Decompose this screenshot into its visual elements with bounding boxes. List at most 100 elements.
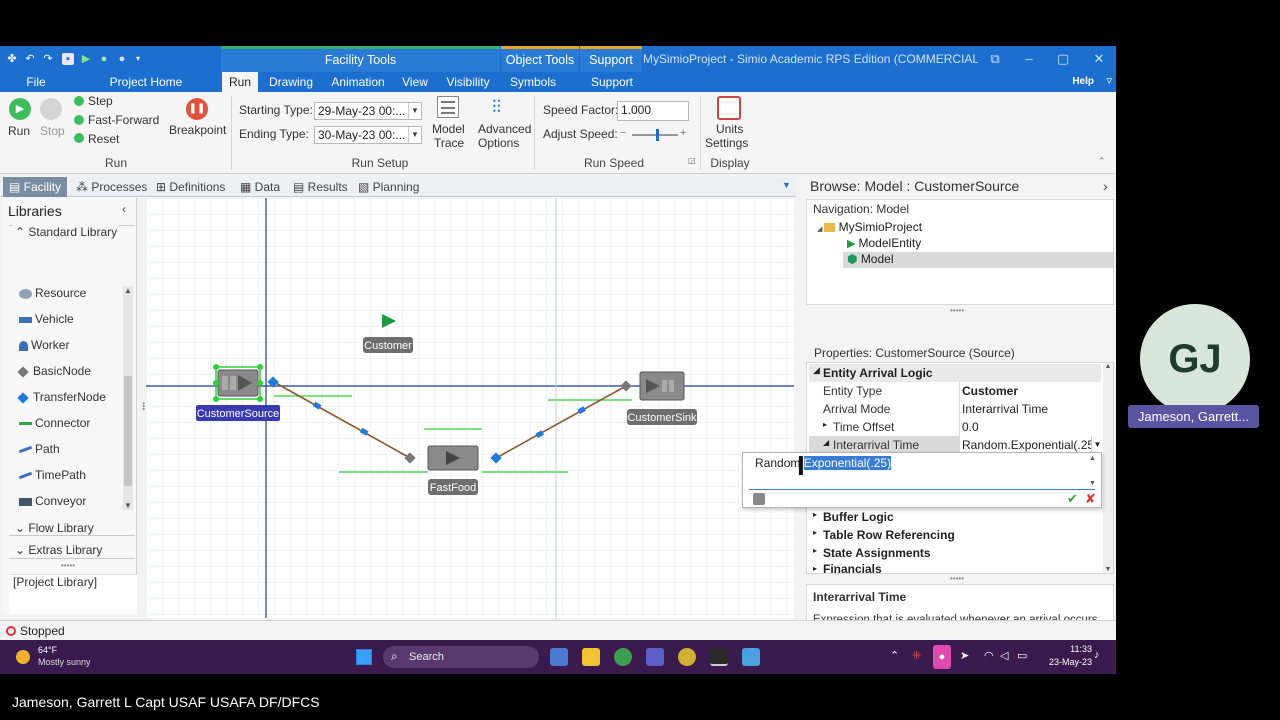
taskbar-search[interactable]: ⌕ Search (383, 646, 539, 668)
redo-icon[interactable]: ↷ (42, 53, 54, 65)
library-scrollbar[interactable]: ▲ ▼ (123, 286, 133, 510)
category-buffer-logic[interactable]: ▸ Buffer Logic (809, 508, 1103, 526)
tab-drawing[interactable]: Drawing (262, 72, 320, 92)
ending-type-combo[interactable]: 30-May-23 00:... ▼ (314, 126, 422, 144)
reset-icon[interactable] (74, 133, 84, 143)
clock-time[interactable]: 11:33 (1046, 644, 1092, 654)
task-view-icon[interactable] (550, 648, 568, 666)
advanced-options-button[interactable]: Advanced (478, 122, 531, 136)
tab-animation[interactable]: Animation (326, 72, 390, 92)
collapse-icon[interactable]: ◢ (813, 365, 820, 376)
clock-date[interactable]: 23-May-23 (1036, 657, 1092, 667)
expression-text[interactable]: Random.Exponential(.25) (755, 456, 892, 470)
maximize-button[interactable]: ▢ (1046, 46, 1080, 72)
minimize-button[interactable]: – (1012, 46, 1046, 72)
chrome-alt-icon[interactable] (678, 648, 696, 666)
starting-type-combo[interactable]: 29-May-23 00:... ▼ (314, 102, 422, 120)
selection-handle[interactable] (257, 396, 263, 402)
selection-handle[interactable] (213, 380, 219, 386)
library-item-path[interactable]: Path (18, 442, 60, 456)
weather-temp[interactable]: 64°F (38, 645, 57, 655)
tree-item-model[interactable]: ⬢ Model (843, 252, 1113, 268)
speed-plus-icon[interactable]: + (680, 127, 686, 139)
adjust-speed-slider[interactable] (632, 129, 678, 141)
run-speed-launcher-icon[interactable]: ◲ (688, 156, 696, 165)
units-settings-button-line2[interactable]: Settings (705, 136, 748, 150)
undo-icon[interactable]: ↶ (24, 53, 36, 65)
notifications-icon[interactable]: ♪ (1094, 649, 1100, 661)
facility-canvas[interactable]: Customer CustomerSource FastFood Custome… (146, 198, 794, 618)
library-item-worker[interactable]: Worker (19, 338, 69, 352)
units-settings-button[interactable]: Units (716, 122, 743, 136)
prop-value[interactable]: Interarrival Time (959, 400, 1103, 418)
library-item-transfernode[interactable]: TransferNode (17, 390, 106, 404)
tab-facility[interactable]: ▤ Facility (3, 177, 67, 197)
expand-icon[interactable]: ▸ (813, 510, 817, 519)
tree-expand-icon[interactable]: ◢ (817, 226, 824, 233)
stop-button[interactable]: Stop (40, 124, 65, 138)
expand-icon[interactable]: ▸ (813, 528, 817, 537)
chrome-icon[interactable] (614, 648, 632, 666)
weather-desc[interactable]: Mostly sunny (38, 657, 91, 667)
splitter-grip[interactable]: ••••• (61, 561, 75, 570)
step-button[interactable]: Step (88, 94, 113, 108)
run-button[interactable]: Run (8, 124, 30, 138)
tab-processes[interactable]: ⁂ Processes (76, 177, 147, 197)
start-icon[interactable] (356, 649, 372, 665)
selection-handle[interactable] (257, 380, 263, 386)
tab-project-home[interactable]: Project Home (100, 72, 192, 92)
tab-data[interactable]: ▦ Data (240, 177, 280, 197)
flow-library-header[interactable]: ⌄ Flow Library (13, 521, 96, 535)
fast-forward-icon[interactable] (74, 115, 84, 125)
collapse-ribbon-icon[interactable]: ⌃ (1098, 156, 1106, 167)
panel-splitter-grip[interactable]: ••• (139, 402, 148, 410)
tree-item-project[interactable]: ◢ MySimioProject (817, 220, 922, 234)
notepad-icon[interactable] (742, 648, 760, 666)
save-icon[interactable]: ▪ (62, 53, 74, 65)
prop-entity-type[interactable]: Entity Type Customer (809, 382, 1103, 400)
expression-builder-icon[interactable] (753, 493, 765, 505)
library-item-resource[interactable]: Resource (19, 286, 86, 300)
prop-time-offset[interactable]: ▸ Time Offset 0.0 (809, 418, 1103, 436)
tab-definitions[interactable]: ⊞ Definitions (156, 177, 225, 197)
model-trace-icon[interactable] (437, 96, 459, 118)
volume-icon[interactable]: ◁ (1000, 649, 1008, 662)
expression-scrollbar[interactable]: ▲ ▼ (1089, 455, 1099, 487)
tree-item-modelentity[interactable]: ▶ ModelEntity (847, 236, 921, 250)
category-table-row-referencing[interactable]: ▸ Table Row Referencing (809, 526, 1103, 544)
tab-symbols[interactable]: Symbols (505, 72, 561, 92)
library-item-basicnode[interactable]: BasicNode (17, 364, 91, 378)
library-scrollbar-thumb[interactable] (124, 376, 132, 486)
close-button[interactable]: ✕ (1082, 46, 1116, 72)
library-item-vehicle[interactable]: Vehicle (19, 312, 74, 326)
splitter-grip[interactable]: ••••• (950, 306, 964, 315)
tray-chevron-icon[interactable]: ⌃ (890, 649, 899, 662)
units-settings-icon[interactable] (717, 96, 741, 120)
battery-icon[interactable]: ▭ (1017, 649, 1027, 662)
tab-support[interactable]: Support (584, 72, 640, 92)
step-icon[interactable] (74, 96, 84, 106)
properties-scrollbar[interactable]: ▲ ▼ (1103, 363, 1113, 573)
cancel-x-icon[interactable]: ✘ (1085, 491, 1096, 507)
teams-icon[interactable] (646, 648, 664, 666)
advanced-options-icon[interactable]: ⫶⫶ (492, 96, 501, 118)
prop-value[interactable]: 0.0 (959, 418, 1103, 436)
library-item-connector[interactable]: Connector (19, 416, 90, 430)
file-explorer-icon[interactable] (582, 648, 600, 666)
category-entity-arrival-logic[interactable]: ◢ Entity Arrival Logic (809, 364, 1101, 382)
chevron-down-icon[interactable]: ▼ (408, 103, 421, 119)
selection-handle[interactable] (257, 364, 263, 370)
expression-editor[interactable]: Random.Exponential(.25) I ▲ ▼ ✔ ✘ (742, 451, 1102, 508)
tab-file[interactable]: File (14, 72, 58, 92)
splitter-grip[interactable]: ••••• (950, 574, 964, 583)
expand-pane-icon[interactable]: › (1103, 178, 1108, 194)
expand-icon[interactable]: ▸ (813, 546, 817, 555)
facility-drawing[interactable]: Customer CustomerSource FastFood Custome… (146, 198, 794, 618)
speed-minus-icon[interactable]: − (620, 127, 626, 139)
breakpoint-icon[interactable]: ❚❚ (186, 98, 208, 120)
speed-factor-input[interactable]: 1.000 (617, 101, 689, 121)
restore-layout-button[interactable]: ⧉ (978, 46, 1012, 72)
tab-planning[interactable]: ▧ Planning (358, 177, 419, 197)
help-link[interactable]: Help (1072, 72, 1094, 92)
tab-visibility[interactable]: Visibility (440, 72, 496, 92)
